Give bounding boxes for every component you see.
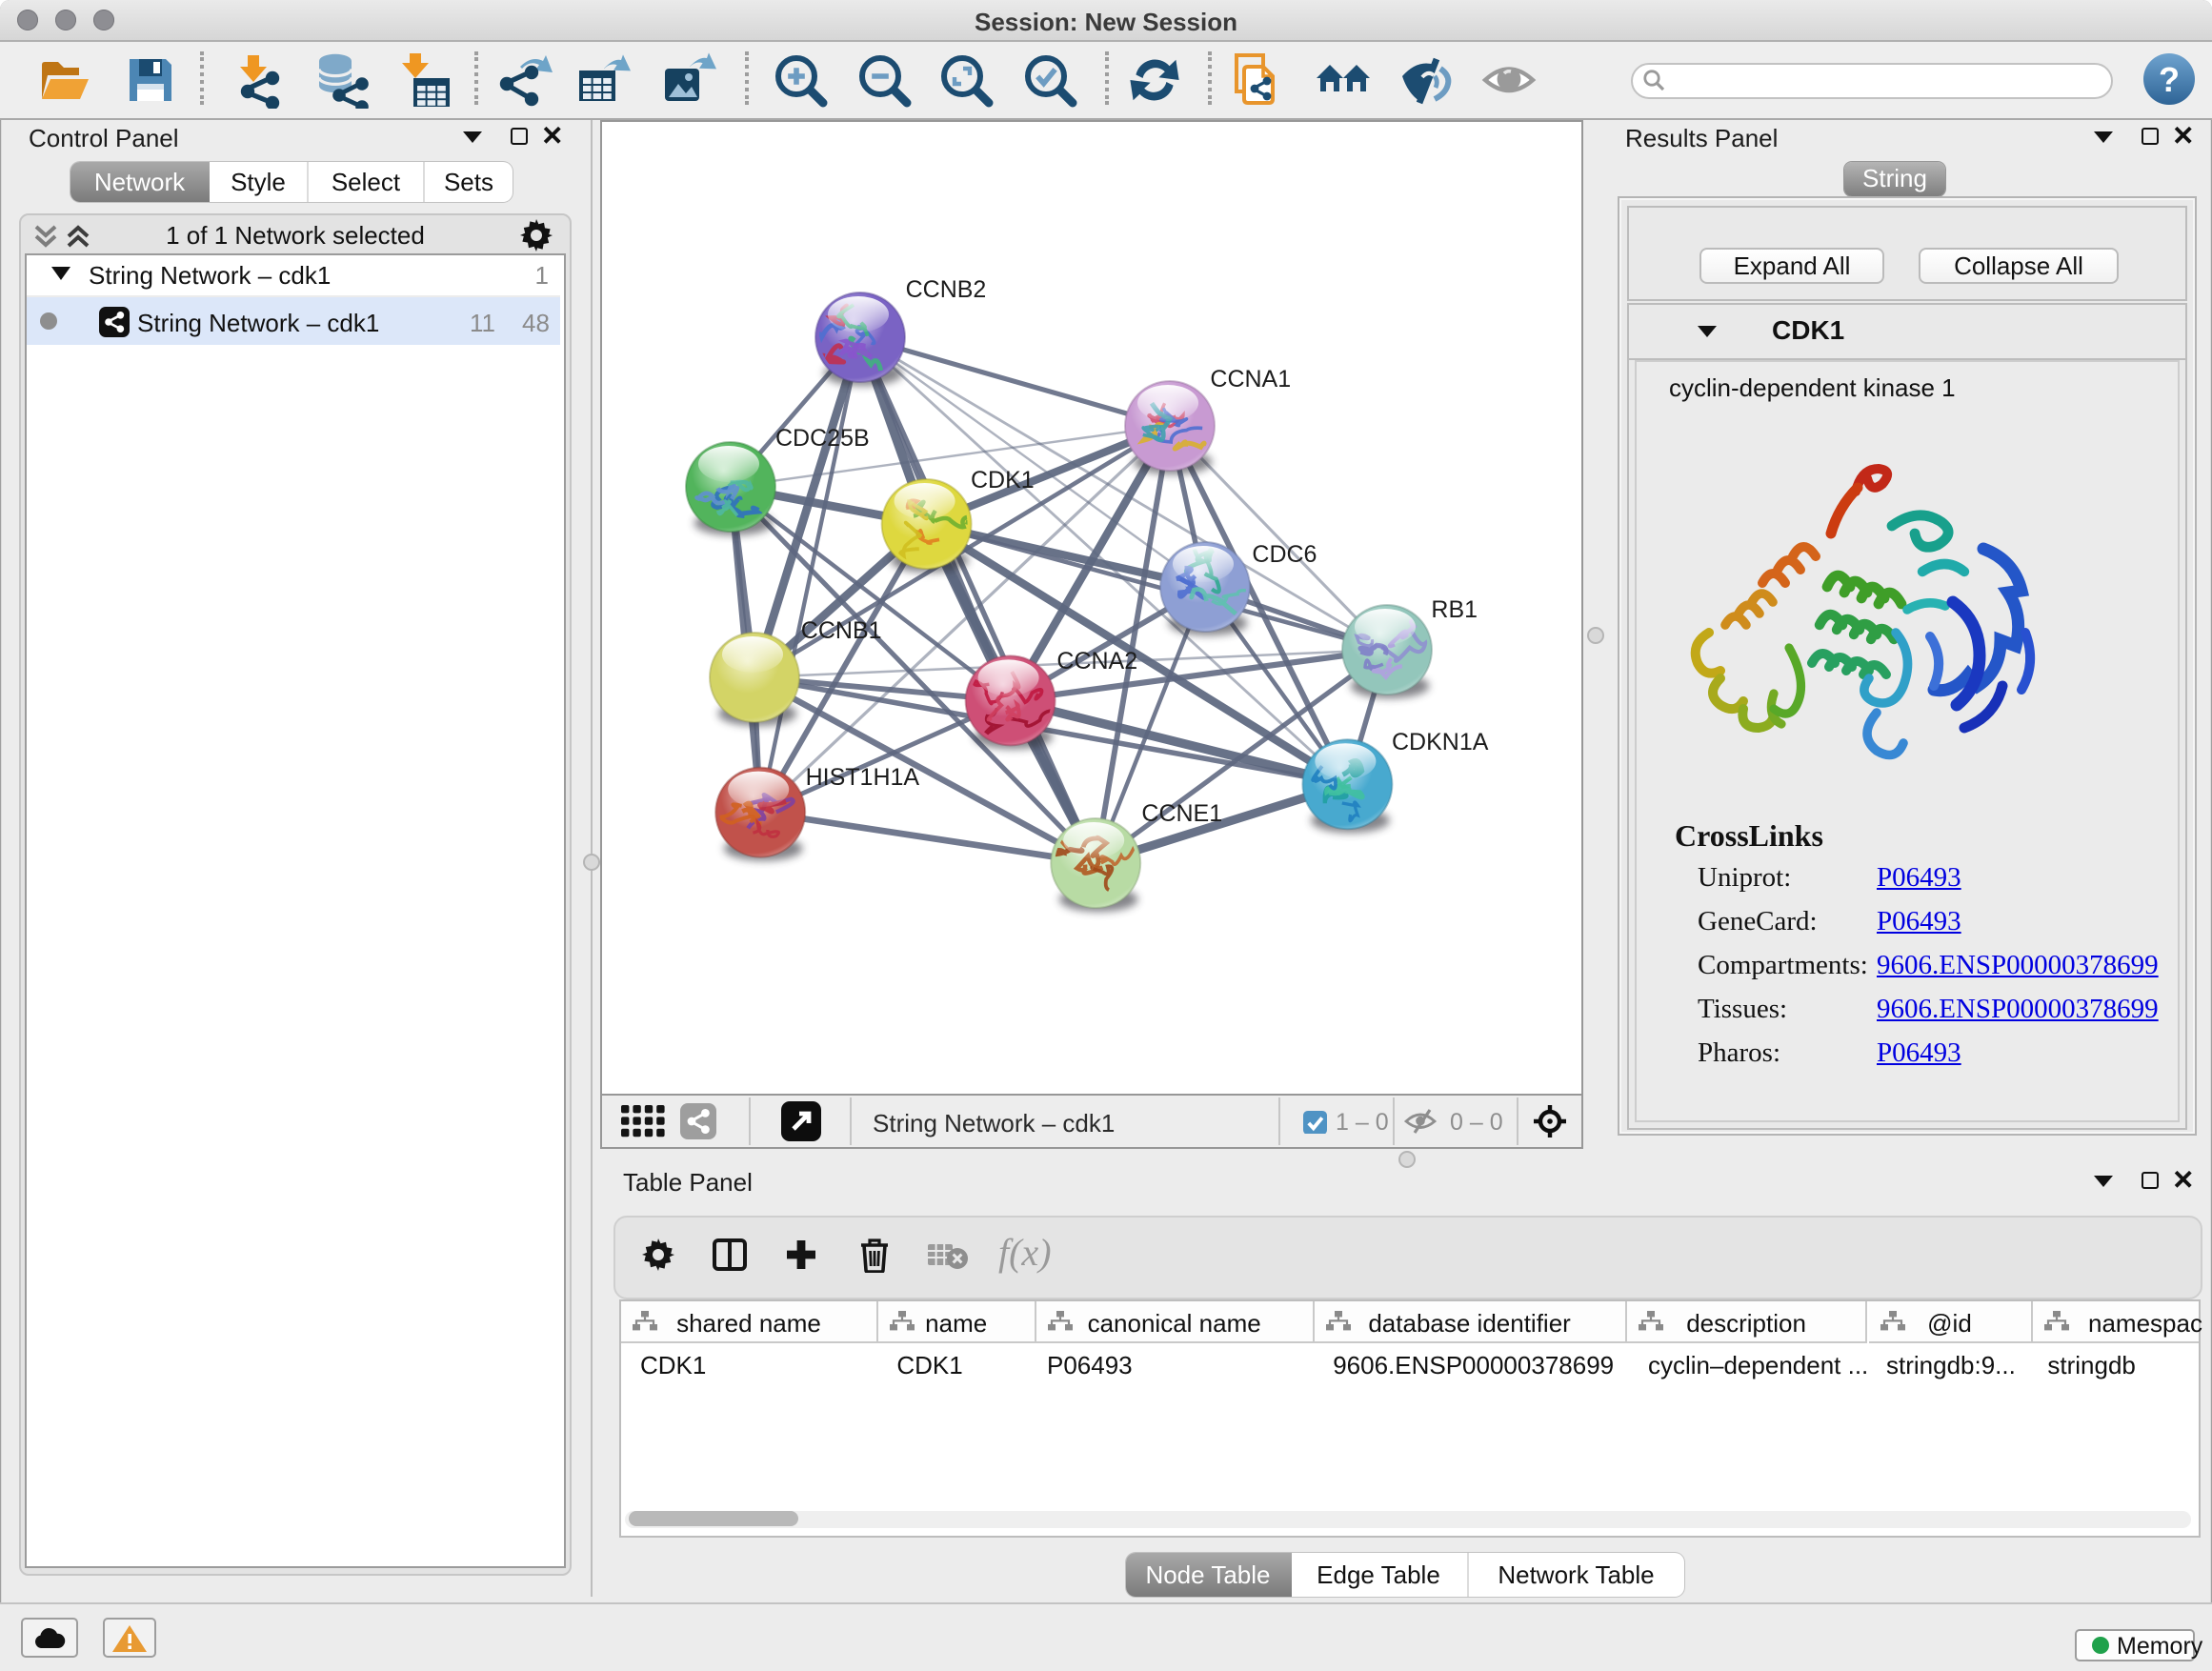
svg-text:?: ? (2159, 60, 2180, 99)
svg-text:CDC6: CDC6 (1252, 540, 1317, 567)
svg-text:CCNE1: CCNE1 (1141, 799, 1222, 826)
svg-text:CCNB2: CCNB2 (906, 275, 987, 302)
svg-text:CCNB1: CCNB1 (801, 616, 882, 643)
svg-text:CDKN1A: CDKN1A (1392, 728, 1489, 755)
svg-text:CCNA2: CCNA2 (1056, 647, 1137, 674)
svg-text:RB1: RB1 (1431, 595, 1478, 622)
svg-text:CDK1: CDK1 (971, 466, 1035, 493)
svg-text:CCNA1: CCNA1 (1210, 365, 1291, 392)
svg-text:CDC25B: CDC25B (775, 424, 870, 451)
svg-text:HIST1H1A: HIST1H1A (806, 763, 920, 790)
